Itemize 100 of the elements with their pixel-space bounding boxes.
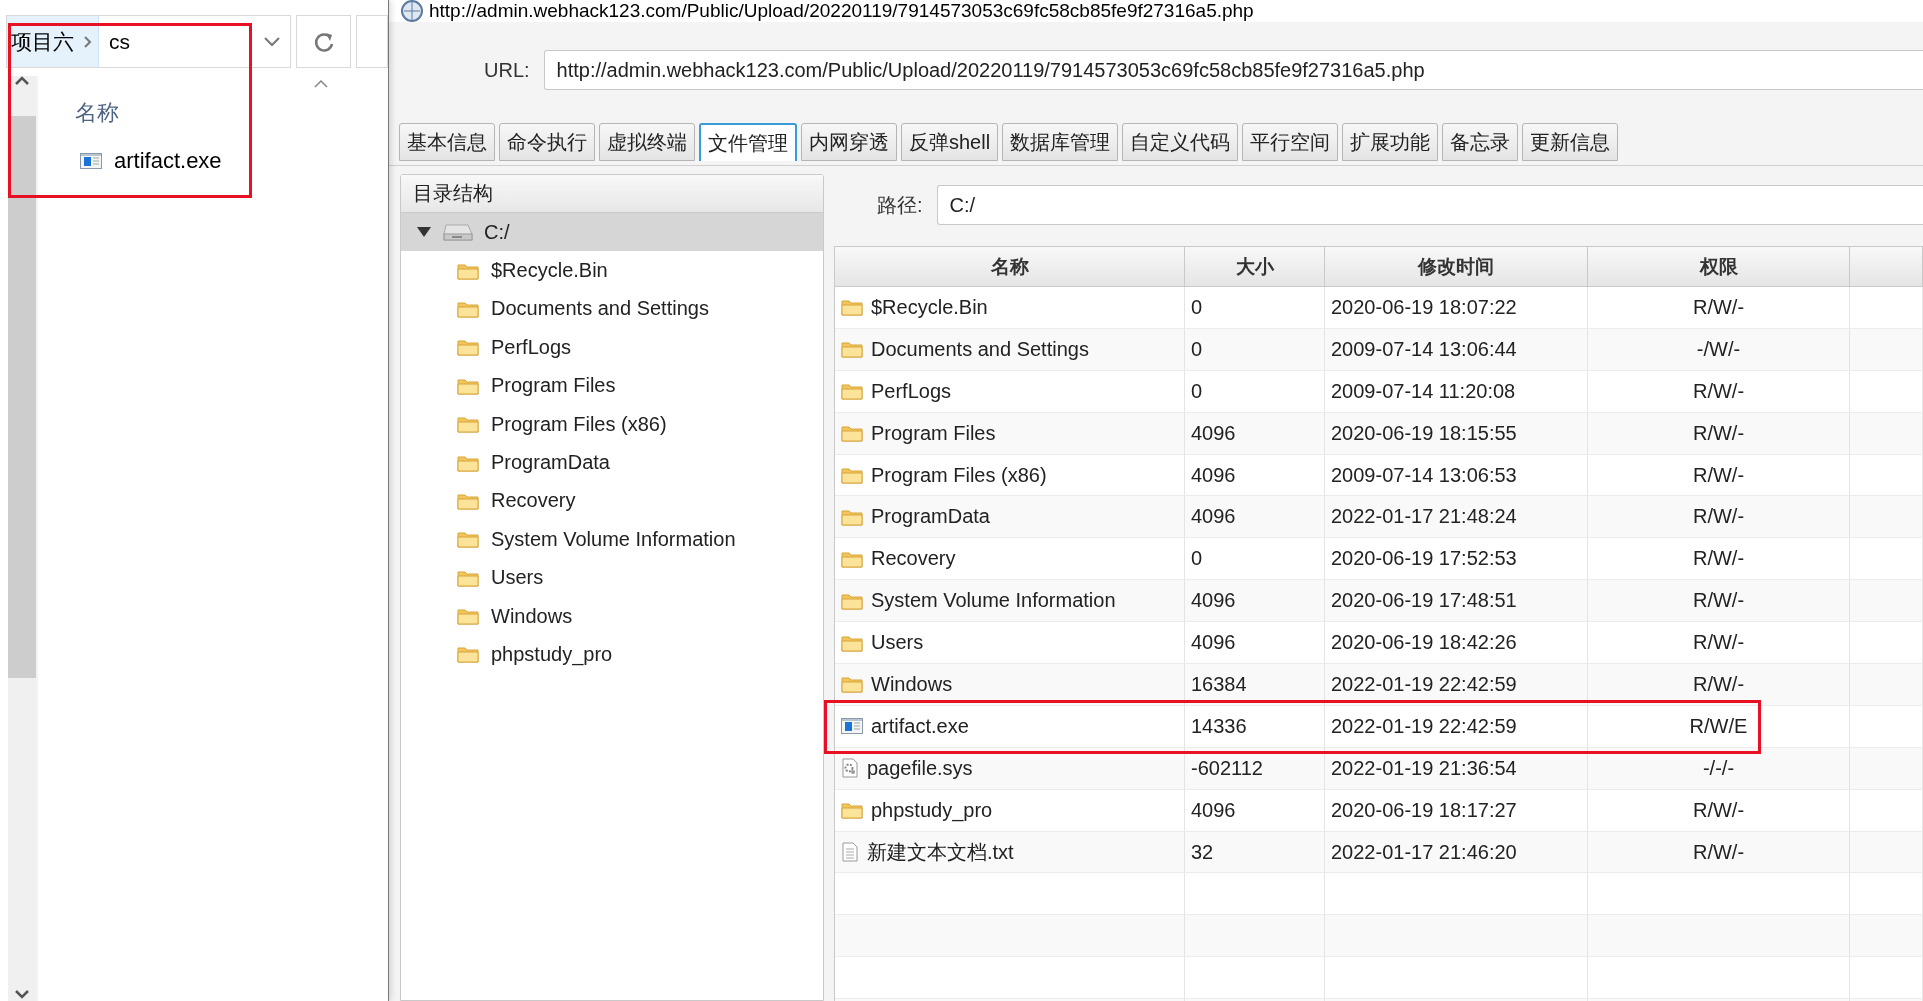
file-name[interactable]: $Recycle.Bin [871, 295, 988, 319]
column-header[interactable]: 大小 [1185, 247, 1325, 286]
modified-cell: 2009-07-14 13:06:44 [1325, 328, 1588, 370]
folder-icon [457, 453, 479, 472]
file-name[interactable]: Windows [871, 672, 953, 696]
size-cell: 4096 [1185, 580, 1325, 622]
tab[interactable]: 平行空间 [1242, 123, 1339, 161]
text-document-icon [841, 842, 859, 862]
refresh-icon [313, 30, 334, 53]
modified-cell: 2020-06-19 18:07:22 [1325, 287, 1588, 328]
column-header[interactable]: 名称 [835, 247, 1185, 286]
tab[interactable]: 命令执行 [499, 123, 595, 161]
chevron-right-icon [84, 35, 92, 48]
folder-icon [457, 607, 479, 626]
file-name[interactable]: Program Files [871, 421, 996, 445]
tab[interactable]: 文件管理 [699, 123, 797, 161]
scrollbar-thumb[interactable] [8, 116, 36, 678]
folder-icon [841, 466, 863, 484]
search-field[interactable] [356, 15, 388, 68]
file-name[interactable]: Program Files (x86) [871, 463, 1047, 487]
size-cell: 14336 [1185, 705, 1325, 747]
tab[interactable]: 内网穿透 [801, 123, 897, 161]
folder-icon [841, 424, 863, 443]
folder-icon [841, 549, 863, 568]
tab[interactable]: 自定义代码 [1122, 123, 1239, 161]
file-name[interactable]: PerfLogs [871, 379, 952, 403]
tree-item[interactable]: $Recycle.Bin [401, 251, 823, 290]
tab[interactable]: 虚拟终端 [599, 123, 695, 161]
file-name[interactable]: phpstudy_pro [871, 798, 993, 822]
column-header[interactable]: 权限 [1588, 247, 1850, 286]
folder-icon [457, 415, 479, 434]
scroll-up-icon[interactable] [15, 76, 29, 86]
file-name[interactable]: Documents and Settings [871, 337, 1089, 361]
size-cell: 0 [1185, 538, 1325, 580]
program-window-icon [841, 717, 863, 736]
tab[interactable]: 扩展功能 [1342, 123, 1439, 161]
file-name[interactable]: artifact.exe [871, 714, 969, 738]
file-name[interactable]: ProgramData [871, 505, 990, 529]
file-name[interactable]: pagefile.sys [867, 756, 973, 780]
permission-cell: R/W/- [1588, 287, 1850, 328]
folder-icon [841, 298, 863, 317]
permission-cell: R/W/- [1588, 831, 1850, 873]
tree-item[interactable]: phpstudy_pro [401, 635, 823, 674]
tree-item[interactable]: Program Files (x86) [401, 404, 823, 444]
expanded-arrow-icon[interactable] [416, 226, 432, 239]
permission-cell: R/W/- [1588, 538, 1850, 580]
breadcrumb-item[interactable]: 项目六 [7, 16, 78, 67]
path-label: 路径: [877, 192, 923, 218]
column-header[interactable]: 名称 [74, 98, 119, 128]
tab[interactable]: 备忘录 [1442, 123, 1519, 161]
tree-item[interactable]: Recovery [401, 481, 823, 521]
folder-icon [457, 338, 479, 357]
permission-cell: R/W/- [1588, 622, 1850, 663]
path-field[interactable]: C:/ [936, 185, 1923, 225]
file-name[interactable]: Recovery [871, 547, 956, 571]
modified-cell: 2020-06-19 17:52:53 [1325, 538, 1588, 580]
tab[interactable]: 反弹shell [901, 123, 999, 161]
refresh-button[interactable] [296, 15, 351, 68]
window-title: http://admin.webhack123.com/Public/Upload/20220119/7914573053c69fc58cb85fe9f27316a5.php [429, 0, 1254, 22]
tree-item[interactable]: ProgramData [401, 443, 823, 482]
breadcrumb-item[interactable]: cs [99, 16, 134, 67]
modified-cell: 2022-01-19 22:42:59 [1325, 664, 1588, 705]
size-cell: 4096 [1185, 412, 1325, 454]
dropdown-caret-icon[interactable] [264, 36, 280, 47]
sort-caret-icon [314, 80, 328, 88]
folder-icon [457, 568, 479, 587]
url-label: URL: [484, 58, 530, 82]
file-name[interactable]: artifact.exe [114, 148, 222, 174]
permission-cell: -/W/- [1588, 328, 1850, 370]
file-name[interactable]: System Volume Information [871, 589, 1116, 613]
size-cell: 0 [1185, 370, 1325, 412]
tree-item[interactable]: PerfLogs [401, 328, 823, 367]
size-cell: 4096 [1185, 789, 1325, 831]
file-name[interactable]: Users [871, 631, 924, 655]
tree-item[interactable]: Windows [401, 596, 823, 636]
globe-icon [401, 0, 423, 22]
permission-cell: R/W/- [1588, 370, 1850, 412]
size-cell: 4096 [1185, 622, 1325, 663]
tree-item[interactable]: Program Files [401, 366, 823, 405]
folder-icon [457, 261, 479, 280]
size-cell: 16384 [1185, 664, 1325, 705]
url-field[interactable]: http://admin.webhack123.com/Public/Upload/20220119/7914573053c69fc58cb85fe9f27316a5.php [543, 50, 1923, 90]
folder-icon [841, 507, 863, 526]
tree-item[interactable]: Users [401, 558, 823, 597]
tab[interactable]: 更新信息 [1522, 123, 1619, 161]
folder-icon [841, 382, 863, 401]
scrollbar[interactable] [8, 76, 36, 1001]
size-cell: -602112 [1185, 747, 1325, 789]
tree-item[interactable]: Documents and Settings [401, 289, 823, 329]
column-header[interactable]: 修改时间 [1325, 247, 1588, 286]
tree-item[interactable]: C:/ [401, 213, 823, 252]
folder-icon [841, 340, 863, 359]
tab[interactable]: 基本信息 [399, 123, 495, 161]
file-name[interactable]: 新建文本文档.txt [867, 838, 1014, 866]
folder-icon [457, 645, 479, 664]
tab[interactable]: 数据库管理 [1002, 123, 1119, 161]
folder-icon [457, 376, 479, 395]
tree-item[interactable]: System Volume Information [401, 520, 823, 559]
scroll-down-icon[interactable] [15, 989, 29, 999]
permission-cell: R/W/- [1588, 664, 1850, 705]
